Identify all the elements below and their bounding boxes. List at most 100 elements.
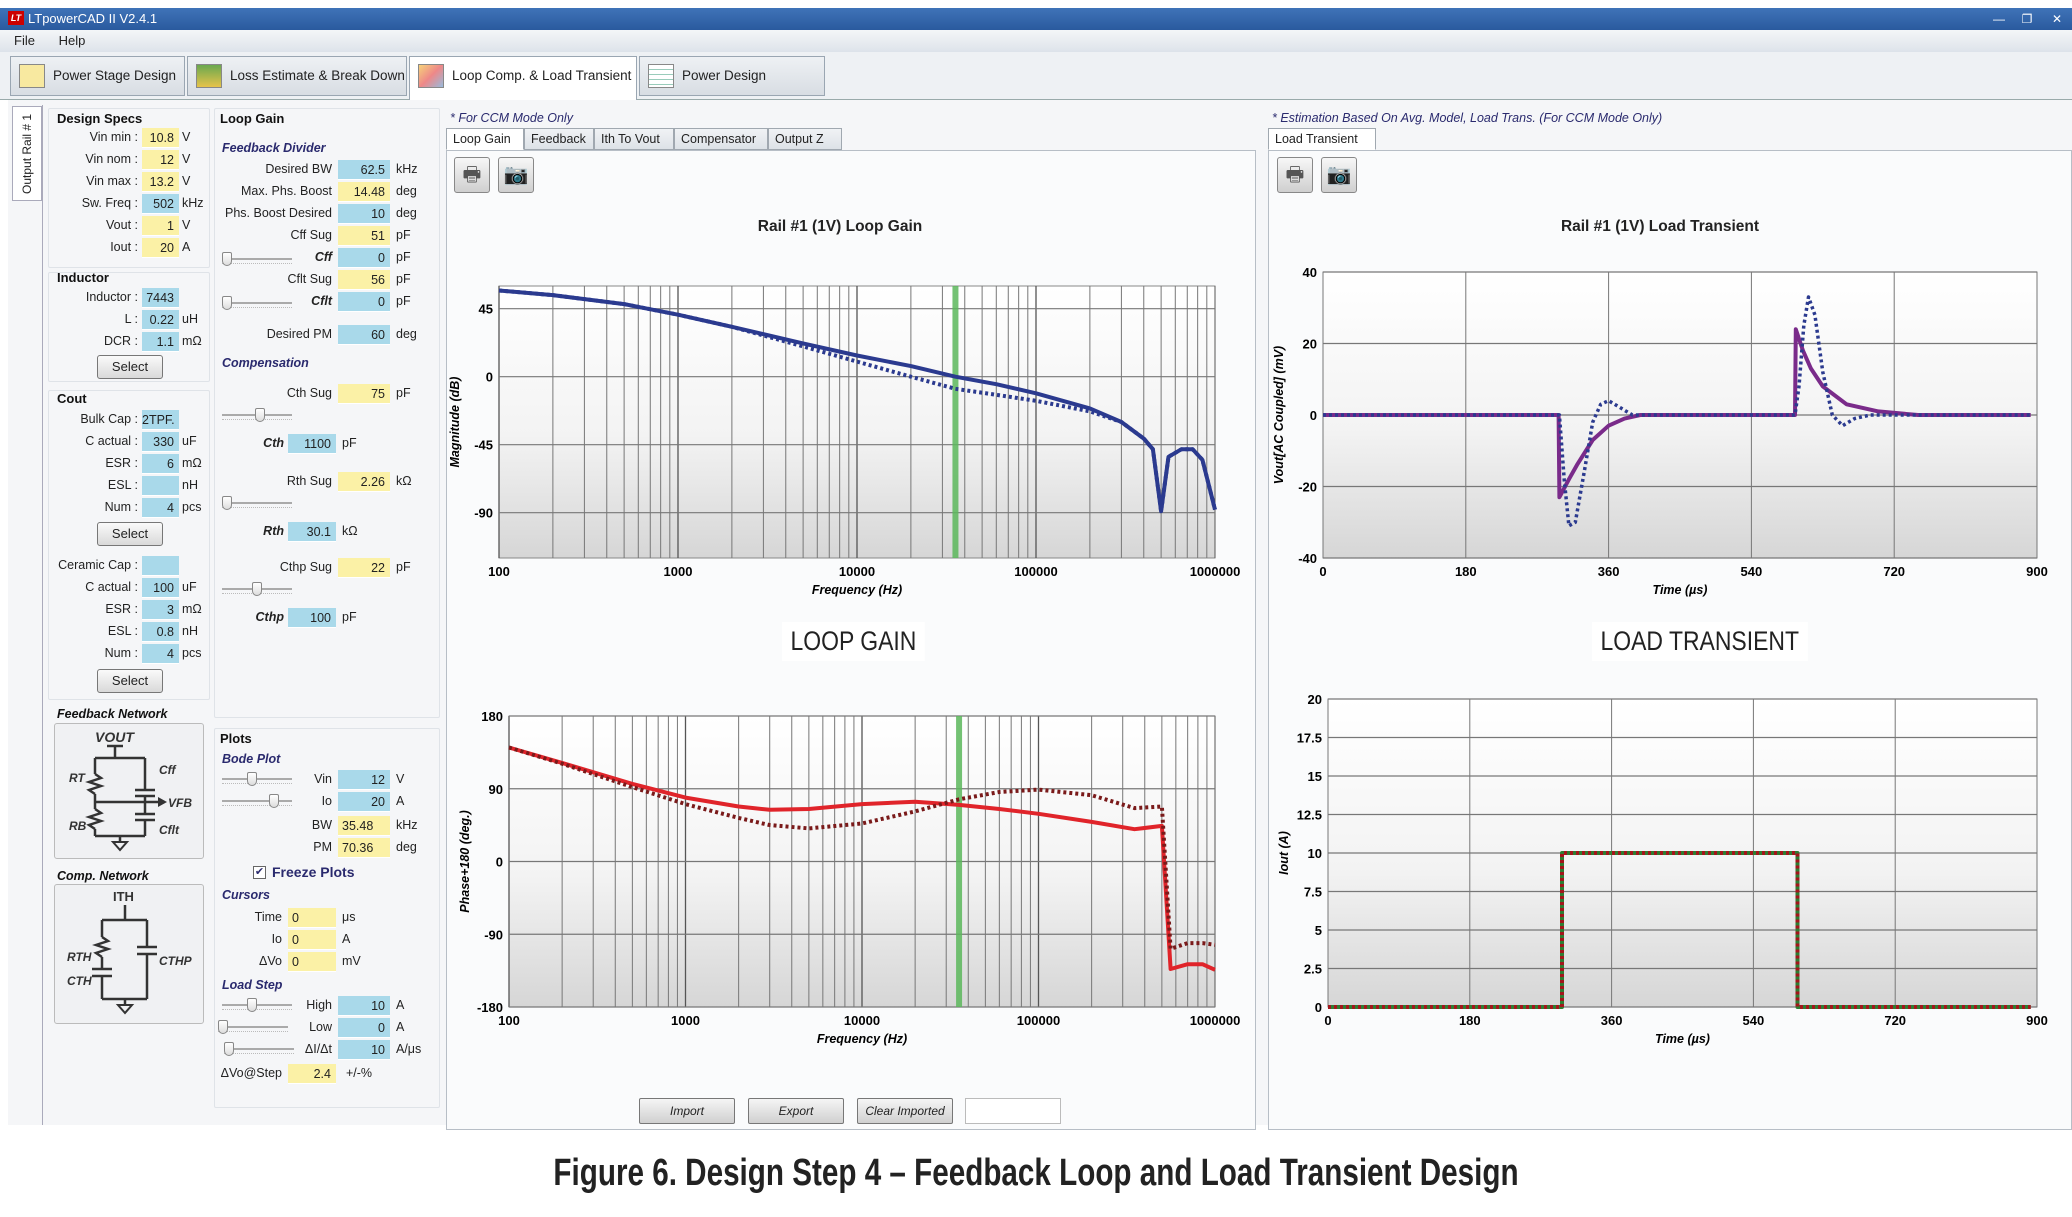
fd-cflt-field[interactable]: 0 — [338, 292, 390, 312]
slider-thumb[interactable] — [222, 496, 232, 510]
figure-caption: Figure 6. Design Step 4 – Feedback Loop … — [553, 1152, 1519, 1194]
fd-desired-bw-field[interactable]: 62.5 — [338, 160, 390, 180]
design-specs-title: Design Specs — [57, 111, 143, 126]
comp-cthp-field[interactable]: 100 — [288, 608, 336, 628]
bulk-esl-field[interactable] — [142, 476, 179, 496]
snapshot-button[interactable]: 📷 — [498, 157, 534, 193]
cflt-slider[interactable] — [222, 296, 292, 310]
bode-pm-field[interactable]: 70.36 — [338, 838, 390, 858]
import-button[interactable]: Import — [639, 1098, 735, 1124]
cursor-time-field[interactable]: 0 — [288, 908, 336, 928]
ceramic-cap-select-button[interactable]: Select — [97, 669, 163, 693]
cursor-io-field[interactable]: 0 — [288, 930, 336, 950]
inductor-dcr-field[interactable]: 1.1 — [142, 332, 179, 352]
tab-loop-comp-load-transient[interactable]: Loop Comp. & Load Transient — [409, 56, 637, 100]
tab-power-design-summary[interactable]: Power Design Summary — [639, 56, 825, 121]
bulk-c-actual-field[interactable]: 330 — [142, 432, 179, 452]
tab-output-rail-1[interactable]: Output Rail # 1 — [12, 106, 42, 201]
bulk-num-field[interactable]: 4 — [142, 498, 179, 518]
slider-thumb[interactable] — [268, 794, 279, 808]
fd-cff-sug-field[interactable]: 51 — [338, 226, 390, 246]
slider-thumb[interactable] — [222, 252, 232, 266]
bode-bw-field[interactable]: 35.48 — [338, 816, 390, 836]
clear-imported-button[interactable]: Clear Imported — [857, 1098, 953, 1124]
close-button[interactable]: ✕ — [2042, 10, 2072, 28]
freeze-plots-checkbox[interactable]: ✔ — [253, 866, 266, 879]
fd-max-phs-boost-field[interactable]: 14.48 — [338, 182, 390, 202]
fd-cff-field[interactable]: 0 — [338, 248, 390, 268]
fd-phs-boost-desired-field[interactable]: 10 — [338, 204, 390, 224]
ceramic-ceramic-cap-field[interactable] — [142, 556, 179, 576]
minimize-button[interactable]: — — [1984, 10, 2014, 28]
menu-file[interactable]: File — [14, 33, 35, 48]
export-button[interactable]: Export — [748, 1098, 844, 1124]
snapshot-button-right[interactable]: 📷 — [1321, 157, 1357, 193]
ceramic-c-actual-field[interactable]: 100 — [142, 578, 179, 598]
bulk-esr-field[interactable]: 6 — [142, 454, 179, 474]
comp-cth-field[interactable]: 1100 — [288, 434, 336, 454]
spec-iout-unit: A — [182, 240, 191, 254]
slider-thumb[interactable] — [218, 1020, 228, 1034]
slider-thumb[interactable] — [224, 1042, 234, 1056]
import-file-field[interactable] — [965, 1098, 1061, 1124]
ceramic-esl-label: ESL : — [107, 624, 138, 638]
fd-desired-pm-field[interactable]: 60 — [338, 325, 390, 345]
menu-help[interactable]: Help — [59, 33, 86, 48]
slider-thumb[interactable] — [252, 582, 262, 596]
tab-load-transient[interactable]: Load Transient — [1268, 128, 1376, 150]
bode-io-field[interactable]: 20 — [338, 792, 390, 812]
print-button[interactable]: 🖶 — [454, 157, 490, 193]
tab-power-stage-design[interactable]: Power Stage Design — [10, 56, 185, 96]
load-high-field[interactable]: 10 — [338, 996, 390, 1016]
spec-sw-freq-field[interactable]: 502 — [142, 194, 179, 214]
fd-cflt-sug-field[interactable]: 56 — [338, 270, 390, 290]
tab-feedback[interactable]: Feedback — [524, 128, 594, 150]
bulk-cap-select-button[interactable]: Select — [97, 522, 163, 546]
spec-vout-field[interactable]: 1 — [142, 216, 179, 236]
rth-slider[interactable] — [222, 496, 292, 510]
load-high-slider[interactable] — [222, 998, 292, 1012]
spec-vin-nom-field[interactable]: 12 — [142, 150, 179, 170]
inductor-select-button[interactable]: Select — [97, 355, 163, 379]
ceramic-num-field[interactable]: 4 — [142, 644, 179, 664]
cthp-slider[interactable] — [222, 582, 292, 596]
vin-slider[interactable] — [222, 772, 292, 786]
load-low-slider[interactable] — [218, 1020, 288, 1034]
spec-vin-max-field[interactable]: 13.2 — [142, 172, 179, 192]
slider-thumb[interactable] — [255, 408, 265, 422]
bulk-bulk-cap-field[interactable]: 2TPF. — [142, 410, 179, 430]
tab-compensator[interactable]: Compensator — [674, 128, 768, 150]
cff-slider[interactable] — [222, 252, 292, 266]
load-low-field[interactable]: 0 — [338, 1018, 390, 1038]
slider-thumb[interactable] — [247, 998, 258, 1012]
slider-thumb[interactable] — [247, 772, 258, 786]
ceramic-esl-field[interactable]: 0.8 — [142, 622, 179, 642]
tab-ith-to-vout[interactable]: Ith To Vout — [594, 128, 674, 150]
load-i-t-field[interactable]: 10 — [338, 1040, 390, 1060]
x-tick-label: 360 — [1598, 564, 1620, 579]
comp-rth-field[interactable]: 30.1 — [288, 522, 336, 542]
cursor-io-label: Io — [271, 932, 282, 946]
load-i-t-unit: A/μs — [396, 1042, 422, 1056]
io-slider[interactable] — [222, 794, 292, 808]
cth-slider[interactable] — [222, 408, 292, 422]
comp-cthp-sug-field[interactable]: 22 — [338, 558, 390, 578]
load-slew-slider[interactable] — [224, 1042, 294, 1056]
slider-thumb[interactable] — [222, 296, 232, 310]
restore-button[interactable]: ❐ — [2012, 10, 2042, 28]
comp-rth-unit: kΩ — [342, 524, 358, 538]
spec-iout-field[interactable]: 20 — [142, 238, 179, 258]
cursor-vo-field[interactable]: 0 — [288, 952, 336, 972]
print-button-right[interactable]: 🖶 — [1277, 157, 1313, 193]
comp-cth-sug-field[interactable]: 75 — [338, 384, 390, 404]
bode-vin-field[interactable]: 12 — [338, 770, 390, 790]
dvo-step-field[interactable]: 2.4 — [288, 1064, 336, 1084]
inductor-inductor-field[interactable]: 7443 — [142, 288, 179, 308]
ceramic-esr-field[interactable]: 3 — [142, 600, 179, 620]
inductor-l-field[interactable]: 0.22 — [142, 310, 179, 330]
comp-rth-sug-field[interactable]: 2.26 — [338, 472, 390, 492]
tab-output-z[interactable]: Output Z — [768, 128, 842, 150]
spec-vin-min-field[interactable]: 10.8 — [142, 128, 179, 148]
tab-loop-gain[interactable]: Loop Gain — [446, 128, 524, 150]
tab-loss-estimate[interactable]: Loss Estimate & Break Down — [187, 56, 407, 96]
